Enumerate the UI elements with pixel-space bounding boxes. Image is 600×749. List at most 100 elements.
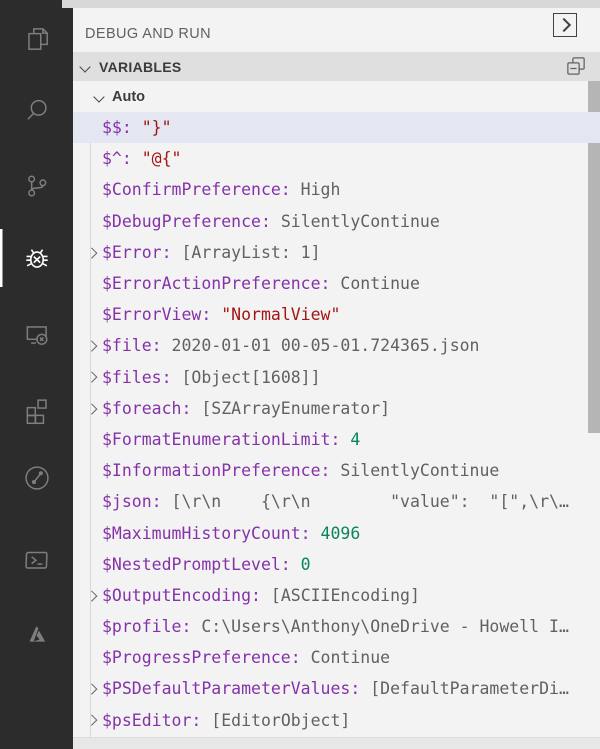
variable-row[interactable]: $^: "@{" — [73, 143, 600, 174]
search-icon — [22, 95, 52, 125]
variable-name: $Error: — [102, 243, 172, 262]
remote-explorer-icon — [22, 320, 52, 350]
chevron-right-icon[interactable] — [82, 685, 102, 693]
variable-value: SilentlyContinue — [271, 212, 440, 231]
variable-value: [Object[1608]] — [172, 368, 321, 387]
variable-name: $ErrorActionPreference: — [102, 274, 330, 293]
variable-row[interactable]: $DebugPreference: SilentlyContinue — [73, 206, 600, 237]
vscode-debug-sidebar: DEBUG AND RUN VARIABLES Auto $$: "}"$^: … — [0, 0, 600, 749]
variable-name: $ProgressPreference: — [102, 648, 301, 667]
variable-value: "@{" — [132, 149, 182, 168]
chevron-right-icon[interactable] — [82, 249, 102, 257]
chevron-right-icon[interactable] — [82, 373, 102, 381]
circle-branch-icon — [22, 463, 52, 493]
variable-row[interactable]: $OutputEncoding: [ASCIIEncoding] — [73, 580, 600, 611]
collapse-all-icon[interactable] — [566, 56, 586, 76]
activity-item-azure[interactable] — [0, 606, 73, 664]
variable-name: $files: — [102, 368, 172, 387]
variable-row[interactable]: $ProgressPreference: Continue — [73, 642, 600, 673]
horizontal-scrollbar-track[interactable] — [73, 737, 600, 749]
pane-title: DEBUG AND RUN — [85, 26, 211, 42]
activity-item-remote-explorer[interactable] — [0, 306, 73, 364]
azure-icon — [22, 620, 52, 650]
variable-row[interactable]: $profile: C:\Users\Anthony\OneDrive - Ho… — [73, 611, 600, 642]
variable-name: $^: — [102, 149, 132, 168]
chevron-right-icon[interactable] — [82, 716, 102, 724]
variable-name: $$: — [102, 118, 132, 137]
variable-name: $DebugPreference: — [102, 212, 271, 231]
section-title: VARIABLES — [99, 59, 182, 75]
variable-row[interactable]: $FormatEnumerationLimit: 4 — [73, 424, 600, 455]
variable-value: SilentlyContinue — [330, 461, 499, 480]
variable-value: "NormalView" — [211, 305, 340, 324]
variable-row[interactable]: $psEditor: [EditorObject] — [73, 705, 600, 736]
variable-row[interactable]: $PSDefaultParameterValues: [DefaultParam… — [73, 673, 600, 704]
variable-name: $FormatEnumerationLimit: — [102, 430, 340, 449]
variable-value: 2020-01-01 00-05-01.724365.json — [162, 336, 480, 355]
variable-value: [DefaultParameterDi… — [360, 679, 569, 698]
chevron-right-boxed-icon — [556, 18, 570, 32]
chevron-down-icon — [93, 91, 104, 102]
scope-row-auto[interactable]: Auto — [73, 81, 600, 112]
variable-value: [ArrayList: 1] — [172, 243, 321, 262]
activity-item-git-graph[interactable] — [0, 449, 73, 507]
variable-value: "}" — [132, 118, 172, 137]
window-top-edge — [62, 0, 600, 8]
activity-item-explorer[interactable] — [0, 10, 73, 68]
variable-name: $file: — [102, 336, 162, 355]
activity-item-search[interactable] — [0, 81, 73, 139]
variable-name: $psEditor: — [102, 711, 201, 730]
variable-value: 0 — [291, 555, 311, 574]
activity-item-source-control[interactable] — [0, 157, 73, 215]
variable-name: $ErrorView: — [102, 305, 211, 324]
variable-value: Continue — [301, 648, 390, 667]
debug-sidebar: DEBUG AND RUN VARIABLES Auto $$: "}"$^: … — [73, 0, 600, 749]
chevron-down-icon — [79, 61, 90, 72]
variable-value: C:\Users\Anthony\OneDrive - Howell I… — [191, 617, 569, 636]
variable-name: $InformationPreference: — [102, 461, 330, 480]
chevron-right-icon[interactable] — [82, 342, 102, 350]
variable-value: [ASCIIEncoding] — [261, 586, 420, 605]
variable-value: [\r\n {\r\n "value": "[",\r\… — [162, 492, 569, 511]
activity-item-extensions[interactable] — [0, 381, 73, 439]
variable-row[interactable]: $ConfirmPreference: High — [73, 174, 600, 205]
activity-item-run-and-debug[interactable] — [0, 229, 73, 287]
variable-row[interactable]: $foreach: [SZArrayEnumerator] — [73, 393, 600, 424]
section-header-variables[interactable]: VARIABLES — [73, 52, 600, 81]
debug-icon — [22, 243, 52, 273]
variable-name: $NestedPromptLevel: — [102, 555, 291, 574]
variable-value: 4 — [340, 430, 360, 449]
variable-value: [EditorObject] — [201, 711, 350, 730]
extensions-icon — [22, 395, 52, 425]
variable-row[interactable]: $file: 2020-01-01 00-05-01.724365.json — [73, 330, 600, 361]
activity-bar — [0, 0, 73, 749]
variable-row[interactable]: $NestedPromptLevel: 0 — [73, 549, 600, 580]
debug-console-button[interactable] — [553, 13, 577, 37]
variable-name: $ConfirmPreference: — [102, 180, 291, 199]
variable-row[interactable]: $files: [Object[1608]] — [73, 362, 600, 393]
variables-list: $$: "}"$^: "@{"$ConfirmPreference: High$… — [73, 112, 600, 736]
variable-name: $profile: — [102, 617, 191, 636]
variable-name: $foreach: — [102, 399, 191, 418]
variable-row[interactable]: $InformationPreference: SilentlyContinue — [73, 455, 600, 486]
chevron-right-icon[interactable] — [82, 405, 102, 413]
activity-item-powershell[interactable] — [0, 531, 73, 589]
chevron-right-icon[interactable] — [82, 592, 102, 600]
variable-row[interactable]: $MaximumHistoryCount: 4096 — [73, 517, 600, 548]
files-icon — [22, 24, 52, 54]
variable-value: [SZArrayEnumerator] — [191, 399, 390, 418]
variable-name: $MaximumHistoryCount: — [102, 524, 311, 543]
source-control-icon — [22, 171, 52, 201]
variable-name: $OutputEncoding: — [102, 586, 261, 605]
variable-row[interactable]: $json: [\r\n {\r\n "value": "[",\r\… — [73, 486, 600, 517]
variable-row[interactable]: $ErrorView: "NormalView" — [73, 299, 600, 330]
variable-value: 4096 — [311, 524, 361, 543]
variable-name: $PSDefaultParameterValues: — [102, 679, 360, 698]
variable-row[interactable]: $Error: [ArrayList: 1] — [73, 237, 600, 268]
variable-row[interactable]: $ErrorActionPreference: Continue — [73, 268, 600, 299]
scope-title: Auto — [112, 89, 145, 105]
powershell-icon — [22, 545, 52, 575]
variable-name: $json: — [102, 492, 162, 511]
variable-row[interactable]: $$: "}" — [73, 112, 600, 143]
variable-value: High — [291, 180, 341, 199]
